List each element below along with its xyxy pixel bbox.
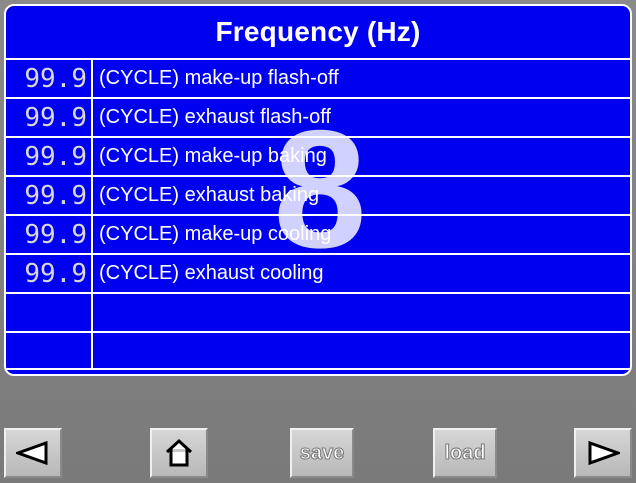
frequency-value[interactable]: 99.9: [6, 138, 93, 175]
row-label: (CYCLE) exhaust cooling: [99, 262, 324, 284]
row-label: (CYCLE) make-up cooling: [99, 223, 332, 245]
frequency-value[interactable]: [6, 333, 93, 368]
previous-page-button[interactable]: [4, 428, 62, 478]
frequency-value[interactable]: 99.9: [6, 99, 93, 136]
frequency-table: 99.9 (CYCLE) make-up flash-off 99.9 (CYC…: [6, 58, 630, 370]
save-button[interactable]: save: [290, 428, 354, 478]
frequency-value[interactable]: [6, 294, 93, 331]
table-row[interactable]: 99.9 (CYCLE) make-up cooling: [6, 214, 630, 253]
left-arrow-icon: [16, 440, 48, 466]
table-row[interactable]: 99.9 (CYCLE) make-up baking: [6, 136, 630, 175]
frequency-value[interactable]: 99.9: [6, 60, 93, 97]
frequency-value[interactable]: 99.9: [6, 177, 93, 214]
table-row[interactable]: 99.9 (CYCLE) make-up flash-off: [6, 58, 630, 97]
table-row[interactable]: [6, 331, 630, 370]
load-label: load: [444, 441, 486, 464]
row-label: (CYCLE) exhaust baking: [99, 184, 320, 206]
table-row[interactable]: 99.9 (CYCLE) exhaust baking: [6, 175, 630, 214]
row-label: (CYCLE) make-up flash-off: [99, 67, 339, 89]
table-row[interactable]: [6, 292, 630, 331]
next-page-button[interactable]: [574, 428, 632, 478]
frequency-value[interactable]: 99.9: [6, 216, 93, 253]
hmi-screen: Frequency (Hz) 99.9 (CYCLE) make-up flas…: [0, 0, 636, 483]
panel-title: Frequency (Hz): [215, 16, 421, 47]
home-button[interactable]: [150, 428, 208, 478]
save-label: save: [299, 441, 345, 464]
table-row[interactable]: 99.9 (CYCLE) exhaust cooling: [6, 253, 630, 292]
row-label: (CYCLE) make-up baking: [99, 145, 327, 167]
row-label: (CYCLE) exhaust flash-off: [99, 106, 331, 128]
load-button[interactable]: load: [433, 428, 497, 478]
table-row[interactable]: 99.9 (CYCLE) exhaust flash-off: [6, 97, 630, 136]
frequency-value[interactable]: 99.9: [6, 255, 93, 292]
right-arrow-icon: [588, 440, 620, 466]
frequency-panel: Frequency (Hz) 99.9 (CYCLE) make-up flas…: [4, 4, 632, 376]
home-icon: [165, 438, 193, 467]
